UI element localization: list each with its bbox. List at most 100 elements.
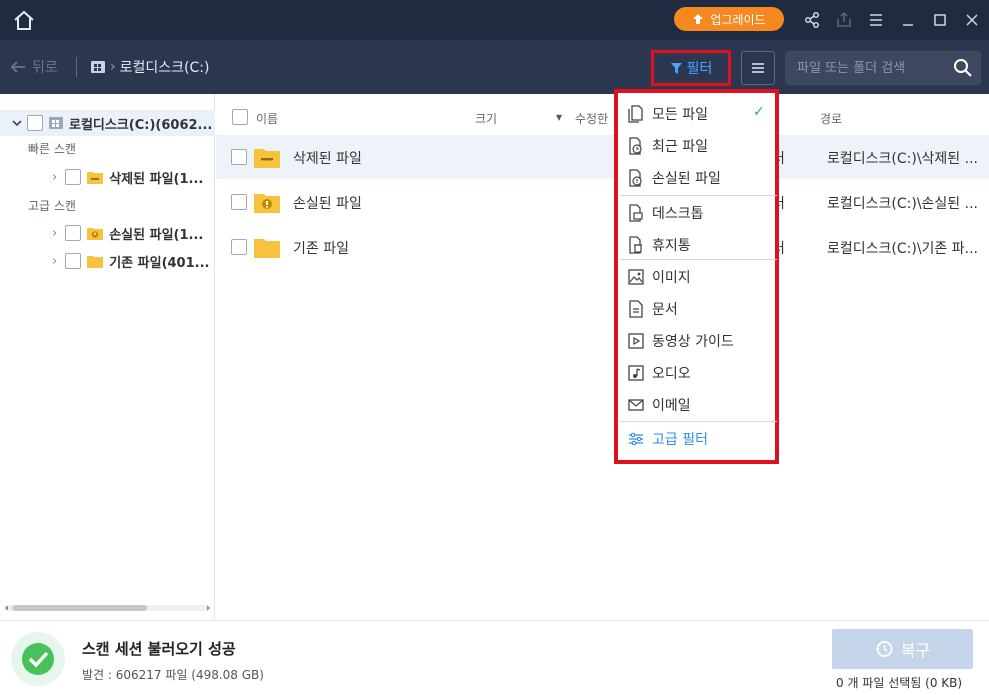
status-footer: 스캔 세션 불러오기 성공 발견 : 606217 파일 (498.08 GB)…: [0, 620, 989, 695]
filter-item-label: 이미지: [652, 270, 691, 286]
title-bar: 업그레이드: [0, 0, 989, 40]
upgrade-button[interactable]: 업그레이드: [674, 7, 784, 31]
tree-item-checkbox[interactable]: [65, 225, 82, 241]
filter-item-trash[interactable]: 휴지통: [620, 229, 773, 259]
hamburger-menu-icon[interactable]: [866, 10, 886, 30]
upgrade-label: 업그레이드: [710, 12, 766, 27]
back-label: 뒤로: [32, 60, 58, 76]
filter-item-all-files[interactable]: 모든 파일 ✓: [620, 98, 773, 128]
tree-root-drive[interactable]: 로컬디스크(C:)(6062...: [0, 110, 215, 136]
maximize-icon[interactable]: [930, 10, 950, 30]
back-button[interactable]: 뒤로: [10, 57, 58, 77]
tree-item-checkbox[interactable]: [65, 169, 82, 185]
close-icon[interactable]: [962, 10, 982, 30]
tree-item-lost[interactable]: › 손실된 파일(1...: [0, 222, 215, 244]
row-path: 로컬디스크(C:)\삭제된 ...: [827, 151, 978, 167]
chevron-right-icon[interactable]: ›: [52, 170, 57, 185]
chevron-right-icon[interactable]: ›: [52, 226, 57, 241]
email-icon: [628, 399, 644, 411]
filter-item-image[interactable]: 이미지: [620, 261, 773, 291]
selection-info: 0 개 파일 선택됨 (0 KB): [836, 676, 963, 690]
filter-item-video[interactable]: 동영상 가이드: [620, 325, 773, 355]
filter-item-label: 이메일: [652, 398, 691, 414]
filter-item-audio[interactable]: 오디오: [620, 357, 773, 387]
sidebar-tree: 로컬디스크(C:)(6062... 빠른 스캔 › 삭제된 파일(1... 고급…: [0, 94, 215, 620]
row-name: 기존 파일: [293, 241, 349, 257]
row-path: 로컬디스크(C:)\기존 파...: [827, 241, 978, 257]
tree-item-existing[interactable]: › 기존 파일(401...: [0, 250, 215, 272]
sort-desc-icon[interactable]: ▾: [556, 110, 562, 124]
filter-item-lost-files[interactable]: 손실된 파일: [620, 162, 773, 192]
menu-divider: [620, 259, 777, 260]
row-checkbox[interactable]: [231, 239, 247, 255]
filter-item-label: 최근 파일: [652, 139, 708, 155]
filter-item-label: 오디오: [652, 366, 691, 382]
table-row[interactable]: 손실된 파일 터 로컬디스크(C:)\손실된 ...: [216, 180, 989, 224]
chevron-right-icon[interactable]: ›: [52, 254, 57, 269]
arrow-left-icon: [10, 61, 25, 73]
status-subtitle: 발견 : 606217 파일 (498.08 GB): [82, 668, 264, 682]
row-checkbox[interactable]: [231, 194, 247, 210]
share-icon[interactable]: [802, 10, 822, 30]
minimize-icon[interactable]: [898, 10, 918, 30]
document-icon: [629, 300, 643, 318]
chevron-down-icon[interactable]: [12, 118, 22, 128]
filter-item-label: 휴지통: [652, 238, 691, 254]
search-icon[interactable]: [953, 58, 973, 78]
export-icon[interactable]: [834, 10, 854, 30]
arrow-up-icon: [693, 14, 704, 24]
row-name: 손실된 파일: [293, 196, 362, 212]
menu-divider: [620, 421, 777, 422]
drive-icon: [49, 117, 63, 129]
history-icon: [875, 641, 893, 657]
breadcrumb-chevron: ›: [110, 59, 116, 75]
success-check-icon: [11, 632, 65, 686]
column-modified[interactable]: 수정한: [575, 110, 608, 127]
filter-item-desktop[interactable]: 데스크톱: [620, 197, 773, 227]
trash-icon: [629, 236, 642, 254]
filter-button[interactable]: 필터: [651, 50, 731, 86]
section-advanced-scan: 고급 스캔: [28, 199, 76, 213]
filter-item-label: 모든 파일: [652, 107, 708, 123]
column-path[interactable]: 경로: [820, 110, 842, 127]
filter-item-document[interactable]: 문서: [620, 293, 773, 323]
filter-item-label: 손실된 파일: [652, 171, 721, 187]
lost-folder-icon: [254, 194, 280, 213]
tree-item-deleted[interactable]: › 삭제된 파일(1...: [0, 166, 215, 188]
table-row[interactable]: 삭제된 파일 터 로컬디스크(C:)\삭제된 ...: [216, 135, 989, 179]
filter-item-advanced[interactable]: 고급 필터: [620, 423, 773, 453]
filter-item-label: 데스크톱: [652, 206, 704, 222]
menu-divider: [620, 195, 777, 196]
breadcrumb[interactable]: › 로컬디스크(C:): [90, 57, 209, 77]
select-all-checkbox[interactable]: [232, 109, 248, 125]
view-menu-button[interactable]: [741, 51, 775, 85]
all-files-icon: [628, 105, 643, 123]
search-input[interactable]: [785, 51, 945, 85]
tree-root-label: 로컬디스크(C:)(6062...: [69, 117, 213, 133]
filter-item-recent-files[interactable]: 최근 파일: [620, 130, 773, 160]
horizontal-scrollbar[interactable]: [4, 604, 211, 612]
filter-item-label: 문서: [652, 302, 678, 318]
filter-dropdown: 모든 파일 ✓ 최근 파일 손실된 파일 데스크톱 휴지통 이미지 문서 동영상…: [614, 89, 779, 464]
column-size[interactable]: 크기: [475, 110, 497, 127]
list-icon: [752, 63, 764, 73]
audio-icon: [628, 365, 644, 381]
tree-item-checkbox[interactable]: [65, 253, 82, 269]
lost-folder-icon: [87, 228, 104, 240]
toolbar: 뒤로 › 로컬디스크(C:) 필터: [0, 40, 989, 94]
section-quick-scan: 빠른 스캔: [28, 142, 76, 156]
funnel-icon: [670, 62, 682, 74]
column-name[interactable]: 이름: [256, 110, 278, 127]
video-icon: [628, 333, 644, 349]
table-row[interactable]: 기존 파일 터 로컬디스크(C:)\기존 파...: [216, 225, 989, 269]
search-box: [785, 51, 981, 85]
row-path: 로컬디스크(C:)\손실된 ...: [827, 196, 978, 212]
tree-root-checkbox[interactable]: [27, 115, 43, 131]
image-icon: [628, 269, 644, 285]
tree-item-label: 기존 파일(401...: [109, 255, 210, 271]
recover-button[interactable]: 복구: [832, 629, 973, 669]
filter-item-email[interactable]: 이메일: [620, 389, 773, 419]
row-checkbox[interactable]: [231, 149, 247, 165]
folder-icon: [254, 239, 280, 258]
home-icon[interactable]: [12, 9, 36, 31]
